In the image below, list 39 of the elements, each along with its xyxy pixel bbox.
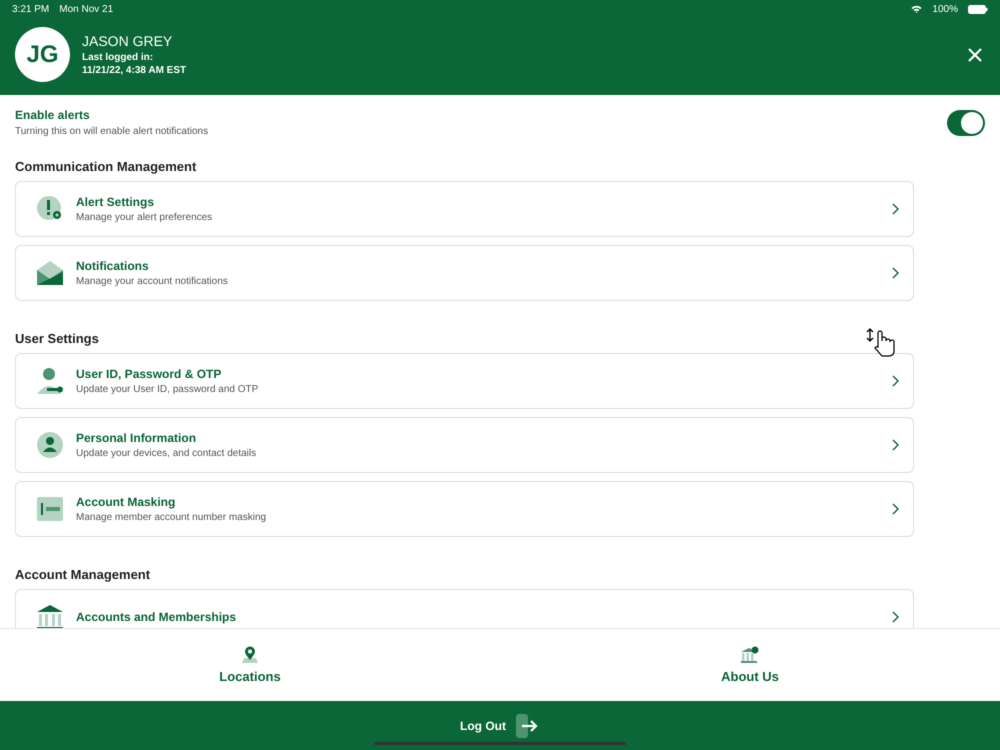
masked-card-icon	[36, 496, 64, 522]
nav-tab[interactable]: Locations	[0, 629, 500, 701]
chevron-right-icon	[892, 439, 899, 451]
chevron-right-icon	[892, 611, 899, 623]
section-title: User Settings	[15, 331, 100, 346]
person-icon	[36, 431, 64, 459]
chevron-right-icon	[892, 503, 899, 515]
settings-card[interactable]: Account Masking Manage member account number masking	[15, 481, 914, 537]
logout-button[interactable]: Log Out	[454, 712, 546, 738]
last-login-label: Last logged in:	[82, 50, 154, 64]
settings-card[interactable]: Notifications Manage your account notifications	[15, 245, 914, 301]
alerts-description: Turning this on will enable alert notifications	[15, 126, 210, 137]
settings-card[interactable]: Accounts and Memberships	[15, 589, 914, 628]
user-avatar: JG	[15, 27, 70, 82]
battery-icon	[968, 4, 988, 14]
status-time: 3:21 PM	[12, 4, 50, 14]
bank-info-icon	[740, 646, 760, 664]
chevron-right-icon	[892, 375, 899, 387]
settings-card[interactable]: Personal Information Update your devices, and contact details	[15, 417, 914, 473]
wifi-icon	[911, 5, 922, 13]
section-title: Account Management	[15, 567, 152, 582]
settings-card[interactable]: User ID, Password & OTP Update your User ID, password and OTP	[15, 353, 914, 409]
chevron-right-icon	[892, 267, 899, 279]
status-date: Mon Nov 21	[59, 4, 114, 14]
chevron-right-icon	[892, 203, 899, 215]
alerts-toggle[interactable]	[947, 110, 985, 136]
alert-gear-icon	[36, 195, 64, 223]
section-title: Communication Management	[15, 159, 198, 174]
battery-percent: 100%	[932, 4, 958, 14]
map-pin-icon	[241, 646, 259, 664]
nav-tab[interactable]: About Us	[500, 629, 1000, 701]
settings-card[interactable]: Alert Settings Manage your alert preferences	[15, 181, 914, 237]
last-login-time: 11/21/22, 4:38 AM EST	[82, 64, 186, 76]
logout-arrow-icon	[516, 714, 540, 738]
user-key-icon	[36, 367, 64, 395]
alerts-title: Enable alerts	[15, 108, 91, 122]
envelope-icon	[36, 260, 64, 286]
user-name: JASON GREY	[82, 32, 174, 48]
bank-icon	[36, 604, 64, 628]
